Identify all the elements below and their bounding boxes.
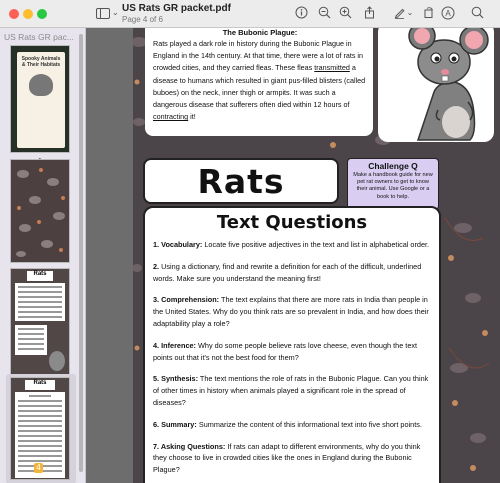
share-icon[interactable]	[362, 6, 376, 20]
info-icon[interactable]	[294, 6, 308, 20]
question-label: 7. Asking Questions:	[153, 441, 226, 451]
challenge-title: Challenge Q	[368, 161, 418, 171]
search-icon[interactable]	[470, 6, 484, 20]
rat-pattern-image	[16, 168, 65, 257]
bubonic-plague-text-box: The Bubonic Plague: Rats played a dark r…	[145, 28, 373, 136]
rat-illustration	[378, 28, 494, 142]
text-questions-box: Text Questions 1. Vocabulary: Locate fiv…	[143, 206, 441, 483]
question-item: 5. Synthesis: The text mentions the role…	[153, 373, 431, 408]
zoom-in-icon[interactable]	[338, 6, 352, 20]
question-item: 4. Inference: Why do some people believe…	[153, 340, 431, 364]
question-text: Using a dictionary, find and rewrite a d…	[153, 261, 422, 283]
question-item: 3. Comprehension: The text explains that…	[153, 294, 431, 329]
question-label: 4. Inference:	[153, 340, 196, 350]
question-item: 6. Summary: Summarize the content of thi…	[153, 419, 431, 431]
page-thumbnail-1[interactable]: Spooky Animals & Their Habitats	[10, 45, 70, 153]
cover-title: Spooky Animals & Their Habitats	[21, 56, 61, 68]
rat-illustration	[49, 351, 65, 371]
sidebar-scrollbar[interactable]	[79, 34, 83, 472]
section-body: Rats played a dark role in history durin…	[153, 38, 367, 123]
minimize-window-button[interactable]	[23, 9, 33, 19]
page-title-box: Rats	[143, 158, 339, 204]
thumbnail-heading: Rats	[27, 271, 53, 281]
svg-text:A: A	[445, 9, 451, 18]
document-title: US Rats GR packet.pdf	[122, 3, 231, 14]
section-heading: The Bubonic Plague:	[222, 28, 298, 37]
underlined-word: transmitted	[314, 63, 350, 73]
challenge-box: Challenge Q Make a handbook guide for ne…	[347, 158, 439, 210]
question-label: 6. Summary:	[153, 419, 197, 429]
thumbnail-text-block	[15, 325, 47, 355]
zoom-out-icon[interactable]	[317, 6, 331, 20]
rat-illustration	[29, 74, 53, 96]
questions-title: Text Questions	[216, 212, 368, 233]
body-text: it!	[188, 112, 196, 122]
sidebar-title: US Rats GR pac...	[4, 32, 74, 42]
rotate-icon[interactable]	[421, 6, 435, 20]
underlined-word: contracting	[153, 112, 189, 122]
thumbnail-heading: Rats	[25, 380, 55, 390]
thumbnail-text-block	[15, 283, 65, 321]
question-item: 7. Asking Questions: If rats can adapt t…	[153, 441, 431, 476]
question-item: 1. Vocabulary: Locate five positive adje…	[153, 239, 431, 251]
page-thumbnail-2[interactable]	[10, 159, 70, 263]
page-thumbnail-3[interactable]: Rats	[10, 268, 70, 376]
markup-icon[interactable]	[392, 6, 406, 20]
question-item: 2. Using a dictionary, find and rewrite …	[153, 261, 431, 285]
thumbnail-sidebar: US Rats GR pac... Spooky Animals & Their…	[0, 28, 86, 483]
close-window-button[interactable]	[9, 9, 19, 19]
page-4: Rats Challenge Q Make a handbook guide f…	[133, 148, 500, 483]
sidebar-icon[interactable]	[96, 8, 110, 19]
title-bar: ⌄ US Rats GR packet.pdf Page 4 of 6 ⌄ A	[0, 0, 500, 28]
page-indicator: Page 4 of 6	[122, 15, 163, 24]
page-title: Rats	[197, 162, 285, 201]
question-label: 5. Synthesis:	[153, 374, 199, 384]
markup-chevron-icon[interactable]: ⌄	[405, 6, 415, 20]
question-text: Summarize the content of this informatio…	[196, 419, 422, 429]
page-3: The Bubonic Plague: Rats played a dark r…	[133, 28, 500, 150]
markup-circle-icon[interactable]: A	[441, 6, 455, 20]
challenge-body: Make a handbook guide for new pet rat ow…	[353, 172, 433, 200]
zoom-window-button[interactable]	[37, 9, 47, 19]
chevron-down-icon[interactable]: ⌄	[112, 8, 119, 17]
document-view[interactable]: The Bubonic Plague: Rats played a dark r…	[86, 28, 500, 483]
question-label: 1. Vocabulary:	[153, 240, 203, 249]
question-text: Locate five positive adjectives in the t…	[202, 240, 430, 249]
thumbnail-number-selected: 4	[34, 463, 43, 473]
question-label: 3. Comprehension:	[153, 295, 220, 305]
